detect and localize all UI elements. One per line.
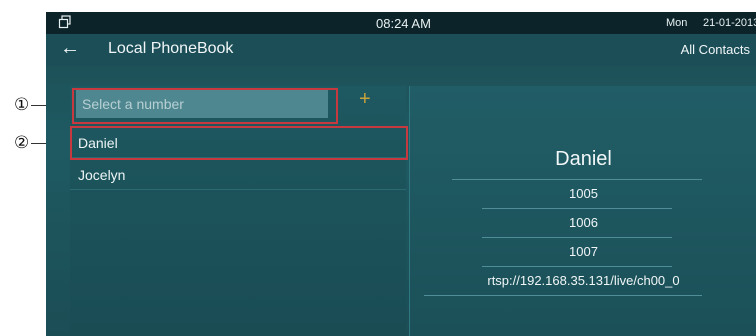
annotation-box-search xyxy=(72,88,338,124)
divider xyxy=(482,237,672,238)
plus-icon[interactable]: + xyxy=(359,88,371,111)
divider xyxy=(482,208,672,209)
divider xyxy=(452,179,702,180)
contact-item-jocelyn[interactable]: Jocelyn xyxy=(70,160,406,190)
status-bar: 08:24 AM Mon 21-01-2013 xyxy=(46,12,756,34)
status-date: 21-01-2013 xyxy=(703,17,756,29)
annotation-leader-line xyxy=(31,105,46,106)
annotation-marker-2: ② xyxy=(0,133,46,153)
page-title: Local PhoneBook xyxy=(108,40,234,57)
device-screen: 08:24 AM Mon 21-01-2013 ← Local PhoneBoo… xyxy=(46,12,756,336)
divider xyxy=(424,295,702,296)
detail-contact-name: Daniel xyxy=(555,148,612,170)
annotation-marker-1: ① xyxy=(0,95,46,115)
contact-detail-pane: Daniel 1005 1006 1007 rtsp://192.168.35.… xyxy=(409,86,756,336)
title-bar: ← Local PhoneBook All Contacts xyxy=(46,34,756,66)
annotation-leader-line xyxy=(31,143,46,144)
annotation-label: ① xyxy=(14,95,30,115)
detail-number-2: 1006 xyxy=(569,215,598,230)
status-day: Mon xyxy=(666,17,688,29)
divider xyxy=(482,266,672,267)
detail-number-3: 1007 xyxy=(569,244,598,259)
arrow-left-icon[interactable]: ← xyxy=(60,37,80,60)
all-contacts-filter[interactable]: All Contacts xyxy=(681,42,750,57)
detail-number-1: 1005 xyxy=(569,186,598,201)
annotation-box-contact xyxy=(70,126,408,160)
annotation-label: ② xyxy=(14,133,30,153)
status-time: 08:24 AM xyxy=(376,16,431,31)
detail-stream-url: rtsp://192.168.35.131/live/ch00_0 xyxy=(487,273,680,288)
window-restore-icon xyxy=(58,15,71,29)
